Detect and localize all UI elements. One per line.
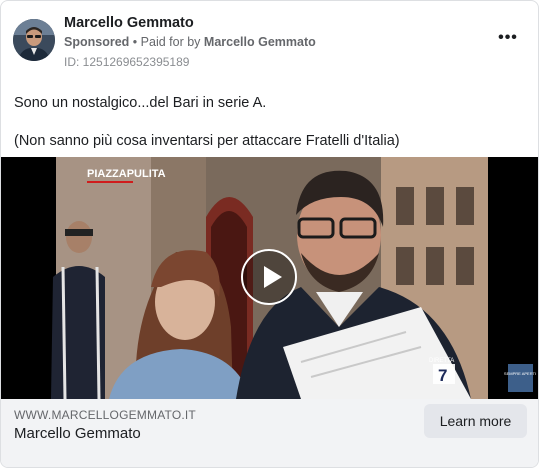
avatar-photo: [13, 19, 55, 61]
watermark-text: PIAZZAPULITA: [87, 168, 166, 180]
post-text-line-2: (Non sanno più cosa inventarsi per attac…: [14, 133, 400, 149]
page-name[interactable]: Marcello Gemmato: [64, 15, 194, 31]
corner-badge-icon: [508, 364, 533, 392]
ad-card: Marcello Gemmato Sponsored • Paid for by…: [0, 0, 539, 468]
learn-more-button[interactable]: Learn more: [424, 404, 527, 438]
ad-id: ID: 1251269652395189: [64, 55, 190, 69]
channel-logo-number: 7: [438, 366, 447, 385]
link-domain: WWW.MARCELLOGEMMATO.IT: [14, 408, 196, 422]
link-headline: Marcello Gemmato: [14, 425, 141, 442]
paid-for-prefix: Paid for by: [140, 35, 201, 49]
post-text-line-1: Sono un nostalgico...del Bari in serie A…: [14, 95, 267, 111]
sponsored-label: Sponsored: [64, 35, 130, 49]
sponsored-line: Sponsored • Paid for by Marcello Gemmato: [64, 35, 316, 49]
paid-for-name: Marcello Gemmato: [203, 35, 316, 49]
link-preview[interactable]: WWW.MARCELLOGEMMATO.IT Marcello Gemmato …: [1, 399, 538, 467]
corner-badge-text: SEMPRE APERTI: [504, 371, 536, 376]
more-options-icon[interactable]: •••: [497, 30, 519, 51]
avatar[interactable]: [13, 19, 55, 61]
play-icon[interactable]: [241, 249, 297, 305]
channel-logo-label: DIRETTA: [429, 358, 454, 364]
separator-dot: •: [132, 35, 138, 49]
post-header: Marcello Gemmato Sponsored • Paid for by…: [1, 1, 538, 81]
post-text: Sono un nostalgico...del Bari in serie A…: [14, 93, 400, 151]
